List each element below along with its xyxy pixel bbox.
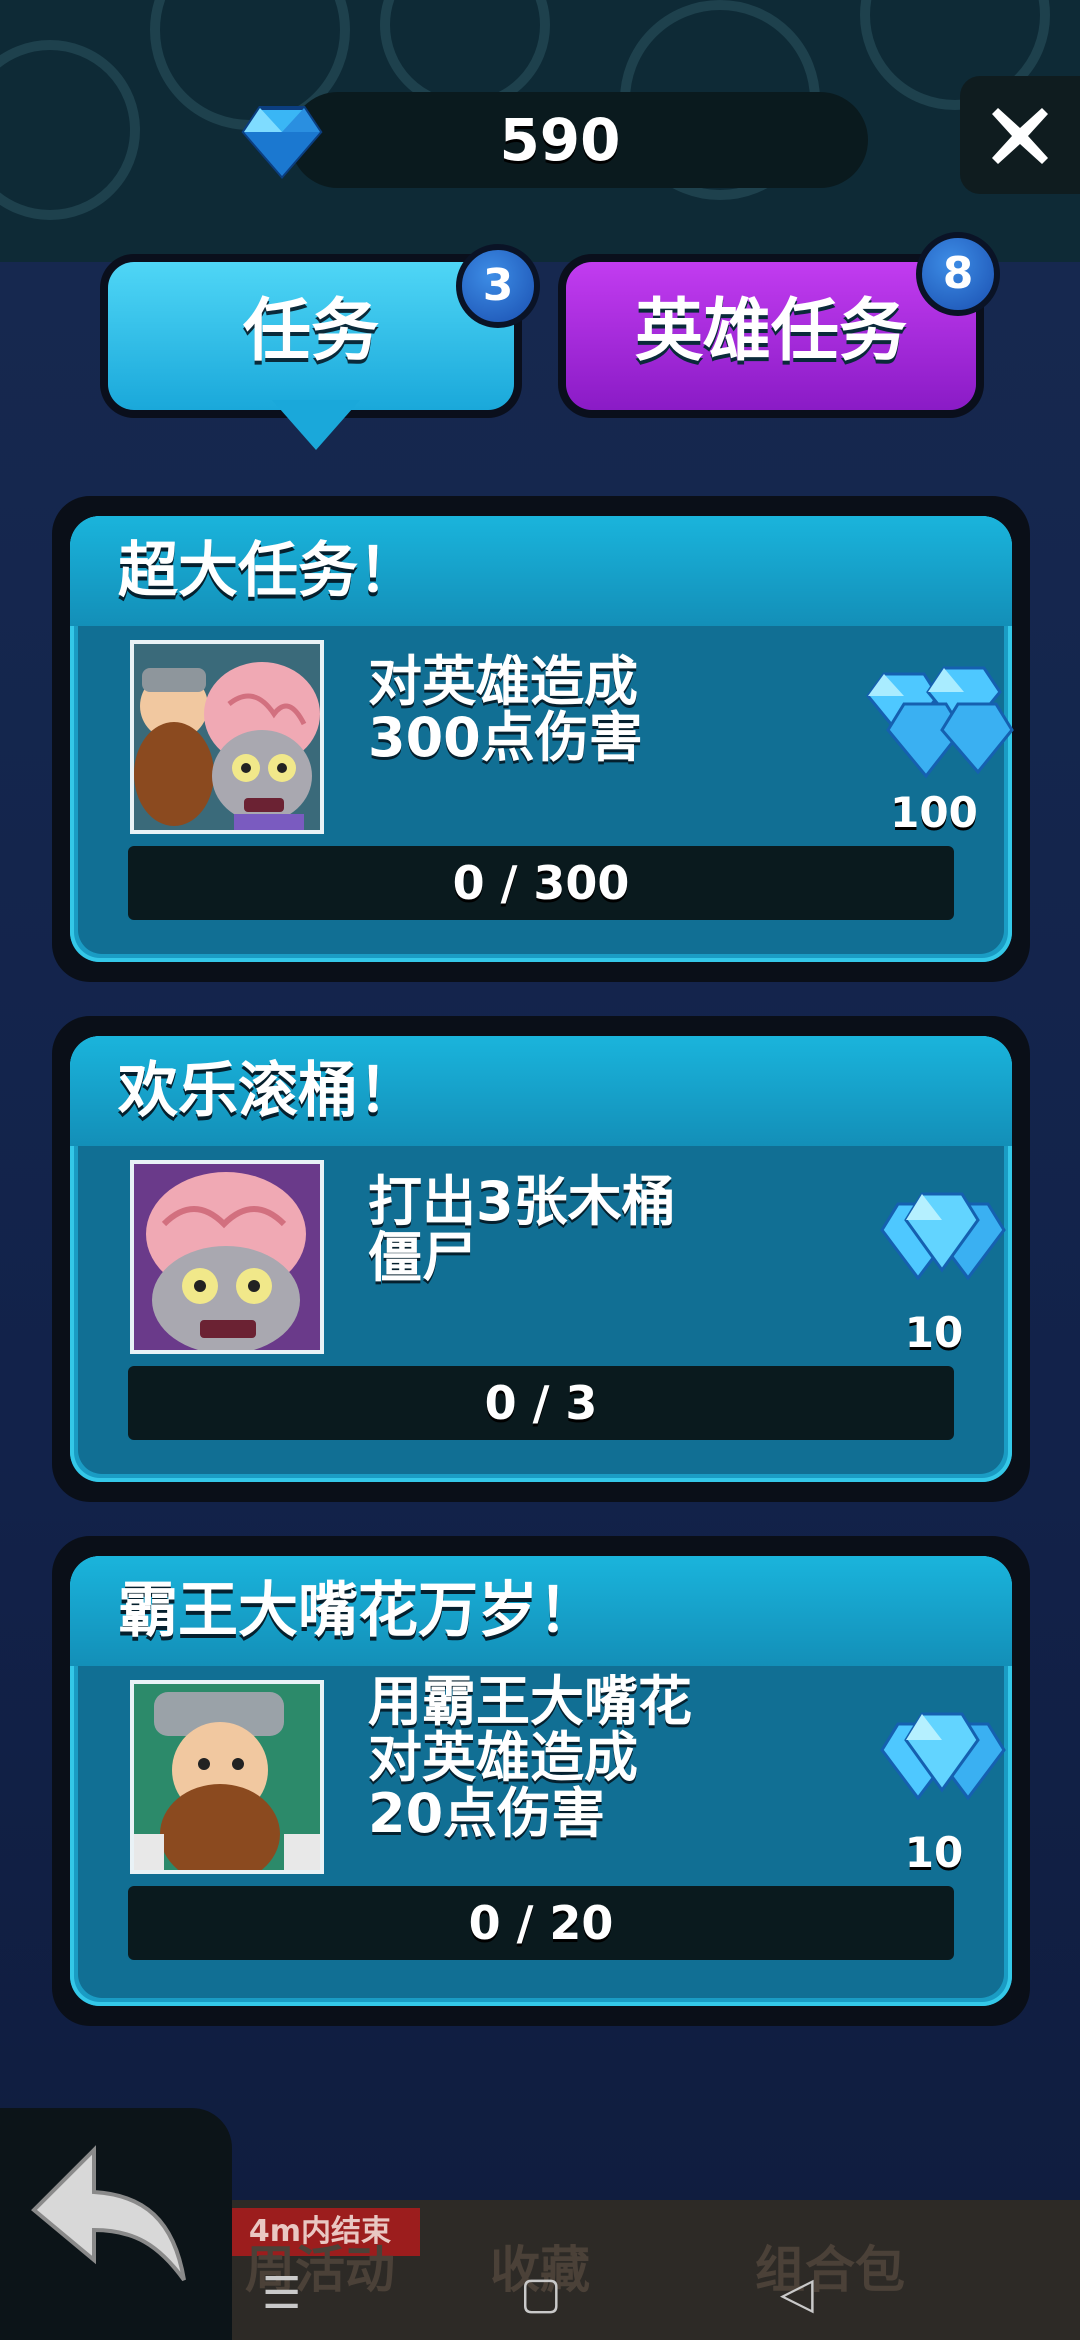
active-tab-pointer: [272, 400, 360, 450]
gem-count: 590: [499, 106, 621, 174]
reward-amount: 100: [890, 788, 978, 837]
tab-bundles[interactable]: 组合包: [680, 2200, 980, 2340]
quest-title: 霸王大嘴花万岁！: [118, 1576, 598, 1646]
quest-title: 欢乐滚桶！: [118, 1056, 418, 1126]
quest-portrait: [130, 1160, 324, 1354]
reward-amount: 10: [904, 1828, 964, 1877]
gem-pile-icon: [866, 666, 1014, 779]
quest-description-line: 僵尸: [368, 1226, 476, 1289]
quest-description-line: 打出3张木桶: [368, 1170, 676, 1233]
system-back-icon[interactable]: ◁: [780, 2268, 814, 2319]
quest-description-line: 300点伤害: [368, 706, 643, 769]
tab-hero-quests[interactable]: 英雄任务: [566, 262, 976, 410]
quest-description: 打出3张木桶 僵尸: [368, 1174, 808, 1286]
quest-card: 超大任务！ 对英雄造成 300点伤害 100 0 / 300: [52, 496, 1030, 982]
tab-weekly-event[interactable]: 周活动: [200, 2200, 440, 2340]
menu-icon[interactable]: ☰: [262, 2268, 301, 2319]
tab-quests-label: 任务: [242, 292, 379, 371]
quest-card-header: 超大任务！: [70, 516, 1012, 626]
quest-card-body: 用霸王大嘴花 对英雄造成 20点伤害 10 0 / 20: [78, 1666, 1006, 1998]
quest-description-line: 用霸王大嘴花: [368, 1670, 692, 1733]
quest-description-line: 对英雄造成: [368, 650, 638, 713]
tab-quests[interactable]: 任务: [108, 262, 514, 410]
quests-count-badge: 3: [456, 244, 540, 328]
gem-cluster-icon: [880, 1192, 1006, 1281]
quest-description: 对英雄造成 300点伤害: [368, 654, 808, 766]
quest-description-line: 对英雄造成: [368, 1726, 638, 1789]
gem-cluster-icon: [880, 1712, 1006, 1801]
quest-card-body: 打出3张木桶 僵尸 10 0 / 3: [78, 1146, 1006, 1474]
back-arrow-icon[interactable]: [24, 2130, 194, 2300]
quest-card: 霸王大嘴花万岁！ 用霸王大嘴花 对英雄造成 20点伤害 10 0 / 20: [52, 1536, 1030, 2026]
quest-description-line: 20点伤害: [368, 1782, 606, 1845]
quest-portrait: [130, 640, 324, 834]
quest-title: 超大任务！: [118, 536, 418, 606]
home-icon[interactable]: ▢: [520, 2268, 562, 2319]
quest-card-body: 对英雄造成 300点伤害 100 0 / 300: [78, 626, 1014, 954]
quest-card-header: 欢乐滚桶！: [70, 1036, 1012, 1146]
reward-amount: 10: [904, 1308, 964, 1357]
gem-icon: [241, 106, 323, 180]
quest-description: 用霸王大嘴花 对英雄造成 20点伤害: [368, 1674, 808, 1842]
quest-card-header: 霸王大嘴花万岁！: [70, 1556, 1012, 1666]
quest-progress: 0 / 3: [128, 1366, 954, 1440]
quest-card: 欢乐滚桶！ 打出3张木桶 僵尸 10 0 / 3: [52, 1016, 1030, 1502]
quest-progress: 0 / 20: [128, 1886, 954, 1960]
close-icon[interactable]: [988, 104, 1052, 168]
tab-hero-quests-label: 英雄任务: [634, 292, 907, 371]
hero-quests-count-badge: 8: [916, 232, 1000, 316]
quest-progress: 0 / 300: [128, 846, 954, 920]
quest-portrait: [130, 1680, 324, 1874]
